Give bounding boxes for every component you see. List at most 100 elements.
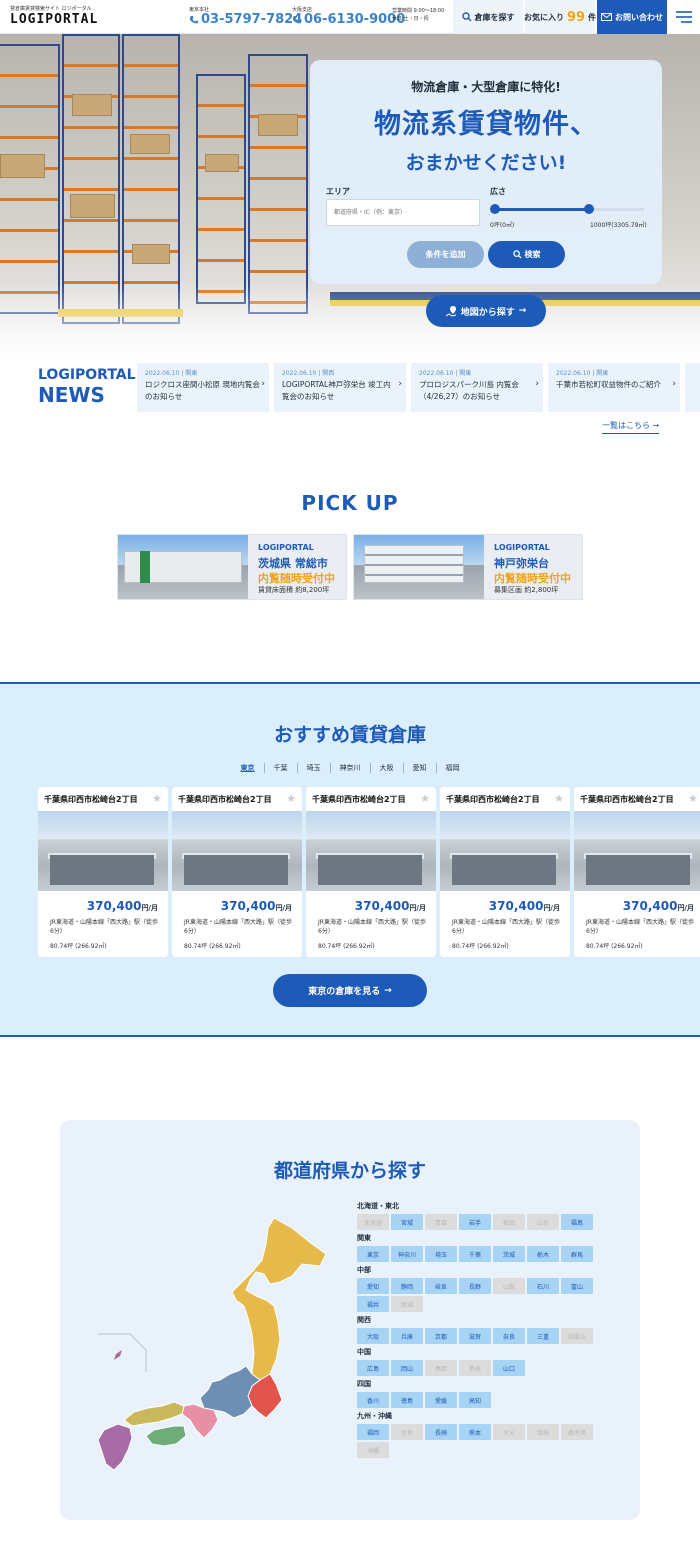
prefecture-button[interactable]: 千葉 xyxy=(459,1246,491,1262)
news-view-all-link[interactable]: 一覧はこちら → xyxy=(602,420,660,434)
tab-aichi[interactable]: 愛知 xyxy=(402,763,436,773)
property-card[interactable]: 千葉県印西市松崎台2丁目 ★ 370,400円/月 JR東海道・山陽本線「西大路」駅（… xyxy=(38,787,168,957)
prefecture-button[interactable]: 岐阜 xyxy=(425,1278,457,1294)
osaka-phone-link[interactable]: 06-6130-9000 xyxy=(292,12,405,27)
size-min-handle[interactable] xyxy=(490,204,500,214)
price-value: 370,400 xyxy=(220,899,276,913)
tab-fukuoka[interactable]: 福岡 xyxy=(435,763,469,773)
tab-osaka[interactable]: 大阪 xyxy=(369,763,403,773)
property-access: JR東海道・山陽本線「西大路」駅（徒歩6分） xyxy=(184,919,292,935)
site-logo[interactable]: LOGIPORTAL xyxy=(10,12,98,27)
hamburger-menu-button[interactable] xyxy=(667,0,700,34)
pickup-card[interactable]: LOGIPORTAL 茨城県 常総市 内覧随時受付中 賃貸床面積 約8,200坪 xyxy=(117,534,347,600)
prefecture-button[interactable]: 大阪 xyxy=(357,1328,389,1344)
price-unit: 円/月 xyxy=(141,904,158,912)
prefecture-button[interactable]: 山口 xyxy=(493,1360,525,1376)
prefecture-button[interactable]: 長崎 xyxy=(425,1424,457,1440)
search-warehouse-button[interactable]: 倉庫を探す xyxy=(453,0,523,34)
property-size: 80.74坪 (266.92㎡) xyxy=(50,943,107,950)
size-range-slider[interactable] xyxy=(490,204,644,214)
map-hokkaido-tohoku[interactable] xyxy=(231,1217,327,1381)
prefecture-button[interactable]: 岩手 xyxy=(459,1214,491,1230)
prefecture-button[interactable]: 広島 xyxy=(357,1360,389,1376)
prefecture-button[interactable]: 愛媛 xyxy=(425,1392,457,1408)
property-price: 370,400円/月 xyxy=(355,899,426,913)
prefecture-button[interactable]: 兵庫 xyxy=(391,1328,423,1344)
region-tabs: 東京 千葉 埼玉 神奈川 大阪 愛知 福岡 xyxy=(0,763,700,773)
prefecture-button[interactable]: 三重 xyxy=(527,1328,559,1344)
prefecture-button[interactable]: 石川 xyxy=(527,1278,559,1294)
prefecture-button[interactable]: 福島 xyxy=(561,1214,593,1230)
view-tokyo-warehouses-button[interactable]: 東京の倉庫を見る → xyxy=(273,974,427,1007)
star-icon[interactable]: ★ xyxy=(286,792,296,805)
prefecture-button[interactable]: 長野 xyxy=(459,1278,491,1294)
prefecture-button[interactable]: 栃木 xyxy=(527,1246,559,1262)
prefecture-button[interactable]: 京都 xyxy=(425,1328,457,1344)
prefecture-button[interactable]: 静岡 xyxy=(391,1278,423,1294)
region-heading: 中国 xyxy=(357,1348,371,1356)
property-card[interactable]: 千葉県印西市松崎台2丁目 ★ 370,400円/月 JR東海道・山陽本線「西大路」駅（… xyxy=(574,787,700,957)
star-icon[interactable]: ★ xyxy=(688,792,698,805)
add-condition-button[interactable]: 条件を追加 xyxy=(407,241,484,268)
map-chugoku[interactable] xyxy=(123,1401,185,1427)
size-max-handle[interactable] xyxy=(583,204,594,214)
property-title: 千葉県印西市松崎台2丁目 xyxy=(44,795,138,804)
prefecture-button[interactable]: 香川 xyxy=(357,1392,389,1408)
news-title: 千葉市若松町収益物件のご紹介 xyxy=(556,380,661,389)
prefecture-button[interactable]: 熊本 xyxy=(459,1424,491,1440)
contact-button[interactable]: お問い合わせ xyxy=(597,0,667,34)
property-title: 千葉県印西市松崎台2丁目 xyxy=(446,795,540,804)
prefecture-button: 鹿児島 xyxy=(561,1424,593,1440)
tab-chiba[interactable]: 千葉 xyxy=(263,763,297,773)
prefecture-button[interactable]: 奈良 xyxy=(493,1328,525,1344)
japan-map[interactable] xyxy=(96,1214,336,1474)
prefecture-button[interactable]: 埼玉 xyxy=(425,1246,457,1262)
prefecture-button[interactable]: 富山 xyxy=(561,1278,593,1294)
news-item[interactable]: 2022.06.10 | 関東 ロジクロス座間小松原 現地内覧会のお知らせ › xyxy=(137,363,269,412)
prefecture-button[interactable]: 群馬 xyxy=(561,1246,593,1262)
area-input[interactable] xyxy=(326,199,480,226)
prefecture-button[interactable]: 福岡 xyxy=(357,1424,389,1440)
tab-kanagawa[interactable]: 神奈川 xyxy=(329,763,370,773)
map-search-button[interactable]: 地図から探す → xyxy=(426,295,546,327)
property-card[interactable]: 千葉県印西市松崎台2丁目 ★ 370,400円/月 JR東海道・山陽本線「西大路」駅（… xyxy=(172,787,302,957)
news-item[interactable]: 2022.06.10 | 関東 プロロジスパーク川島 内覧会（4/26,27）の… xyxy=(411,363,543,412)
map-okinawa[interactable] xyxy=(114,1350,122,1360)
price-value: 370,400 xyxy=(86,899,142,913)
prefecture-button[interactable]: 高知 xyxy=(459,1392,491,1408)
star-icon[interactable]: ★ xyxy=(152,792,162,805)
prefecture-button[interactable]: 東京 xyxy=(357,1246,389,1262)
prefecture-button[interactable]: 岡山 xyxy=(391,1360,423,1376)
map-shikoku[interactable] xyxy=(145,1425,187,1447)
prefecture-button[interactable]: 茨城 xyxy=(493,1246,525,1262)
news-item[interactable]: 2022.06.10 | 関西 LOGIPORTAL神戸弥栄台 竣工内覧会のお知… xyxy=(274,363,406,412)
pickup-card[interactable]: LOGIPORTAL 神戸弥栄台 内覧随時受付中 募集区画 約2,800坪 xyxy=(353,534,583,600)
tab-saitama[interactable]: 埼玉 xyxy=(296,763,330,773)
property-card[interactable]: 千葉県印西市松崎台2丁目 ★ 370,400円/月 JR東海道・山陽本線「西大路」駅（… xyxy=(440,787,570,957)
news-item-partial[interactable] xyxy=(685,363,700,412)
tokyo-phone-link[interactable]: 03-5797-7824 xyxy=(189,12,302,27)
price-unit: 円/月 xyxy=(409,904,426,912)
search-button[interactable]: 検索 xyxy=(488,241,565,268)
region-prefectures: 香川 徳島 愛媛 高知 xyxy=(357,1392,603,1408)
phone-icon xyxy=(292,15,301,23)
prefecture-button[interactable]: 徳島 xyxy=(391,1392,423,1408)
region-prefectures: 北海道 宮城 青森 岩手 秋田 山形 福島 xyxy=(357,1214,603,1230)
tab-tokyo[interactable]: 東京 xyxy=(232,763,264,773)
mail-icon xyxy=(601,13,612,21)
favorites-label: お気に入り xyxy=(523,12,564,22)
favorites-button[interactable]: お気に入り 99 件 xyxy=(523,0,596,34)
search-warehouse-label: 倉庫を探す xyxy=(474,12,515,22)
prefecture-button: 大分 xyxy=(493,1424,525,1440)
prefecture-button[interactable]: 愛知 xyxy=(357,1278,389,1294)
map-kyushu[interactable] xyxy=(97,1423,133,1471)
prefecture-button[interactable]: 滋賀 xyxy=(459,1328,491,1344)
star-icon[interactable]: ★ xyxy=(554,792,564,805)
prefecture-button[interactable]: 宮城 xyxy=(391,1214,423,1230)
region-heading: 関西 xyxy=(357,1316,371,1324)
news-item[interactable]: 2022.06.10 | 関東 千葉市若松町収益物件のご紹介 › xyxy=(548,363,680,412)
prefecture-button[interactable]: 福井 xyxy=(357,1296,389,1312)
prefecture-button[interactable]: 神奈川 xyxy=(391,1246,423,1262)
property-card[interactable]: 千葉県印西市松崎台2丁目 ★ 370,400円/月 JR東海道・山陽本線「西大路」駅（… xyxy=(306,787,436,957)
star-icon[interactable]: ★ xyxy=(420,792,430,805)
